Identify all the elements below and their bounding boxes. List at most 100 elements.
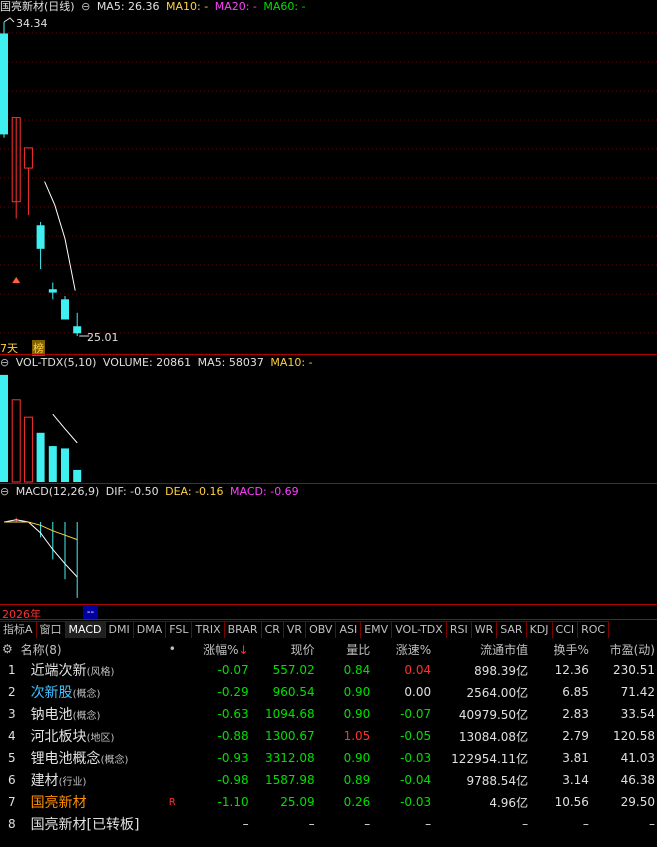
dea-value: DEA: -0.16 [165, 485, 224, 498]
volume-bar [36, 432, 45, 482]
tab-trix[interactable]: TRIX [192, 621, 225, 638]
collapse-icon[interactable]: ⊖ [0, 485, 9, 498]
col-volratio[interactable]: 量比 [317, 639, 373, 659]
row-turnover: 2.83 [562, 707, 589, 721]
volume-bar [73, 469, 82, 482]
col-speed[interactable]: 涨速% [372, 639, 433, 659]
row-volratio: 0.89 [343, 773, 371, 787]
row-volratio: 1.05 [343, 729, 371, 743]
table-row[interactable]: 6 建材(行业) -0.98 1587.98 0.89 -0.04 9788.54亿 3.14… [0, 769, 657, 791]
volume-bar [11, 399, 21, 483]
indicator-tabs: 指标A 窗口 MACD DMI DMA FSL TRIX BRAR CR VR OBV ASI EMV V… [0, 621, 657, 638]
macd-title: MACD(12,26,9) [15, 485, 100, 498]
row-change: – [242, 817, 249, 831]
tab-vol-tdx[interactable]: VOL-TDX [392, 621, 447, 638]
high-price-label: 34.34 [16, 17, 48, 30]
col-change-label: 涨幅% [203, 642, 239, 657]
vol-title: VOL-TDX(5,10) [15, 356, 97, 369]
row-tag: (概念) [72, 689, 101, 700]
tab-macd[interactable]: MACD [65, 621, 106, 638]
table-row[interactable]: 3 钠电池(概念) -0.63 1094.68 0.90 -0.07 40979.50亿 2.… [0, 703, 657, 725]
table-row[interactable]: 2 次新股(概念) -0.29 960.54 0.90 0.00 2564.00亿 6.85 7… [0, 681, 657, 703]
col-change[interactable]: 涨幅%↓ [190, 639, 251, 659]
row-tag: (概念) [72, 711, 101, 722]
row-name: 国亮新材[已转板] [19, 813, 155, 835]
row-pe: 29.50 [620, 795, 655, 809]
row-volratio: 0.90 [343, 685, 371, 699]
col-pe[interactable]: 市盈(动) [591, 639, 657, 659]
row-tag: (风格) [86, 667, 115, 678]
row-tag: (概念) [100, 755, 129, 766]
row-name: 近端次新(风格) [19, 659, 155, 681]
tab-dma[interactable]: DMA [133, 621, 167, 638]
table-row[interactable]: 7 国亮新材 R -1.10 25.09 0.26 -0.03 4.96亿 10.56 29.50 [0, 791, 657, 813]
volume-bar [23, 416, 33, 483]
macd-value: MACD: -0.69 [230, 485, 299, 498]
tab-指标a[interactable]: 指标A [0, 621, 37, 638]
tab-asi[interactable]: ASI [336, 621, 362, 638]
row-name-text: 近端次新 [30, 663, 87, 679]
row-pe: 46.38 [620, 773, 655, 787]
row-name: 河北板块(地区) [19, 725, 155, 747]
row-volratio: – [364, 817, 371, 831]
candle-body [61, 299, 69, 320]
row-name: 钠电池(概念) [19, 703, 155, 725]
col-turnover[interactable]: 换手% [530, 639, 591, 659]
collapse-icon[interactable]: ⊖ [0, 356, 9, 369]
row-name-text: 建材 [30, 773, 59, 789]
row-name: 锂电池概念(概念) [19, 747, 155, 769]
row-pe: 230.51 [613, 663, 655, 677]
row-price: 25.09 [280, 795, 315, 809]
col-cap[interactable]: 流通市值 [433, 639, 530, 659]
row-cap: 4.96亿 [489, 795, 529, 810]
table-header: ⚙ 名称(8) • 涨幅%↓ 现价 量比 涨速% 流通市值 换手% 市盈(动) [0, 639, 657, 659]
row-change: -0.07 [217, 663, 249, 677]
tab-fsl[interactable]: FSL [166, 621, 193, 638]
row-turnover: 2.79 [562, 729, 589, 743]
tab-brar[interactable]: BRAR [224, 621, 262, 638]
row-speed: 0.00 [404, 685, 432, 699]
ma5-line [44, 181, 76, 291]
row-speed: – [425, 817, 432, 831]
row-flag [155, 769, 190, 791]
tab-wr[interactable]: WR [471, 621, 498, 638]
table-row[interactable]: 1 近端次新(风格) -0.07 557.02 0.84 0.04 898.39亿 12.36… [0, 659, 657, 681]
row-cap: 9788.54亿 [466, 773, 529, 788]
volume-ma5-line [52, 413, 78, 444]
vol-panel-header: ⊖ VOL-TDX(5,10) VOLUME: 20861 MA5: 58037… [0, 356, 316, 370]
time-cursor[interactable]: -- [83, 606, 98, 619]
row-name: 国亮新材 [19, 791, 155, 813]
col-price[interactable]: 现价 [251, 639, 317, 659]
tab-vr[interactable]: VR [283, 621, 307, 638]
tab-rsi[interactable]: RSI [446, 621, 472, 638]
table-row[interactable]: 5 锂电池概念(概念) -0.93 3312.08 0.90 -0.03 122954.11… [0, 747, 657, 769]
tab-dmi[interactable]: DMI [105, 621, 134, 638]
row-volratio: 0.26 [343, 795, 371, 809]
tab-cci[interactable]: CCI [552, 621, 579, 638]
stock-table: ⚙ 名称(8) • 涨幅%↓ 现价 量比 涨速% 流通市值 换手% 市盈(动) … [0, 639, 657, 835]
row-pe: 120.58 [613, 729, 655, 743]
row-tag: (地区) [86, 733, 115, 744]
row-price: 1587.98 [264, 773, 315, 787]
row-turnover: 3.81 [562, 751, 589, 765]
row-pe: 71.42 [620, 685, 655, 699]
tab-roc[interactable]: ROC [578, 621, 610, 638]
tab-emv[interactable]: EMV [361, 621, 393, 638]
col-name[interactable]: 名称(8) [19, 639, 155, 659]
row-cap: 40979.50亿 [458, 707, 529, 722]
row-tag: (行业) [58, 777, 87, 788]
row-cap: – [522, 817, 529, 831]
dif-value: DIF: -0.50 [105, 485, 159, 498]
settings-icon[interactable]: ⚙ [0, 639, 19, 659]
tab-窗口[interactable]: 窗口 [36, 621, 66, 638]
table-row[interactable]: 8 国亮新材[已转板] – – – – – – – [0, 813, 657, 835]
row-price: 3312.08 [264, 751, 315, 765]
tab-obv[interactable]: OBV [306, 621, 337, 638]
table-row[interactable]: 4 河北板块(地区) -0.88 1300.67 1.05 -0.05 13084.08亿 2… [0, 725, 657, 747]
tab-sar[interactable]: SAR [497, 621, 527, 638]
tab-kdj[interactable]: KDJ [526, 621, 553, 638]
row-volratio: 0.90 [343, 707, 371, 721]
row-index: 2 [8, 685, 16, 699]
row-name-text: 国亮新材[已转板] [30, 817, 140, 833]
tab-cr[interactable]: CR [261, 621, 284, 638]
